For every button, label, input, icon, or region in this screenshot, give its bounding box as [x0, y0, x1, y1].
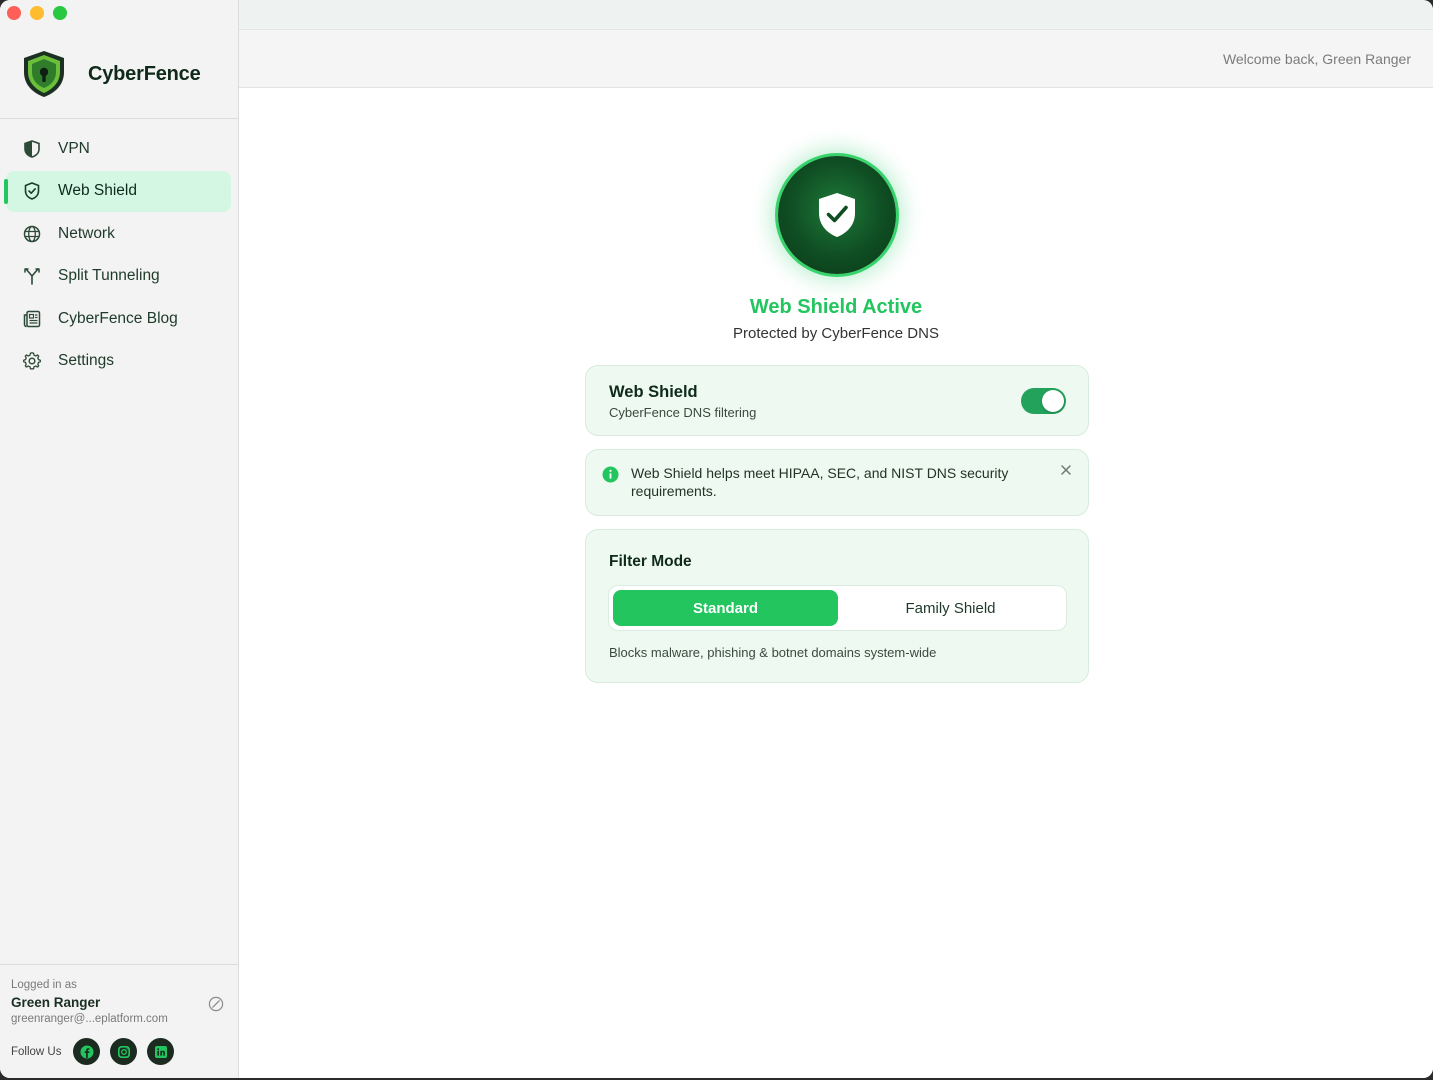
sidebar: CyberFence VPN Web Shield Network Split … — [0, 0, 239, 1078]
sidebar-item-label: Split Tunneling — [58, 267, 160, 284]
shield-check-icon — [819, 193, 855, 237]
sidebar-item-vpn[interactable]: VPN — [6, 128, 231, 169]
filter-option-family-shield[interactable]: Family Shield — [838, 590, 1063, 626]
sidebar-nav: VPN Web Shield Network Split Tunneling C… — [4, 128, 231, 383]
sidebar-item-settings[interactable]: Settings — [6, 341, 231, 382]
zoom-window-button[interactable] — [53, 6, 67, 20]
logout-icon[interactable] — [208, 996, 224, 1012]
info-icon — [602, 466, 619, 483]
brand: CyberFence — [22, 50, 201, 98]
globe-icon — [23, 225, 41, 242]
brand-shield-logo-icon — [24, 51, 64, 97]
minimize-window-button[interactable] — [30, 6, 44, 20]
user-info: Logged in as Green Ranger greenranger@..… — [11, 979, 226, 1025]
main-content: Web Shield Active Protected by CyberFenc… — [239, 88, 1433, 1078]
title-bar — [239, 0, 1433, 30]
status-subtitle: Protected by CyberFence DNS — [733, 325, 939, 342]
toggle-knob — [1042, 390, 1064, 412]
linkedin-icon — [154, 1045, 167, 1058]
sidebar-item-label: Web Shield — [58, 182, 137, 199]
status-indicator — [778, 156, 896, 274]
gear-icon — [23, 352, 41, 370]
user-email: greenranger@...eplatform.com — [11, 1013, 168, 1025]
half-shield-icon — [24, 139, 40, 158]
sidebar-item-web-shield[interactable]: Web Shield — [4, 170, 231, 212]
sidebar-item-label: Network — [58, 224, 115, 242]
facebook-icon — [80, 1045, 94, 1058]
instagram-button[interactable] — [110, 1038, 138, 1065]
sidebar-item-split-tunneling[interactable]: Split Tunneling — [6, 256, 231, 297]
filter-mode-description: Blocks malware, phishing & botnet domain… — [609, 645, 937, 660]
sidebar-divider — [0, 118, 238, 119]
shield-check-icon — [24, 182, 40, 200]
welcome-message: Welcome back, Green Ranger — [1222, 51, 1411, 67]
info-banner: Web Shield helps meet HIPAA, SEC, and NI… — [585, 449, 1089, 516]
follow-us-label: Follow Us — [11, 1045, 62, 1058]
follow-us: Follow Us — [11, 1038, 175, 1065]
info-text: Web Shield helps meet HIPAA, SEC, and NI… — [631, 465, 1009, 499]
filter-option-standard[interactable]: Standard — [613, 590, 838, 626]
header: Welcome back, Green Ranger — [239, 30, 1433, 88]
sidebar-item-label: Settings — [58, 352, 115, 369]
logged-in-label: Logged in as — [11, 979, 77, 991]
filter-mode-selector: Standard Family Shield — [608, 585, 1067, 631]
sidebar-item-label: CyberFence Blog — [58, 309, 178, 327]
web-shield-card: Web Shield CyberFence DNS filtering — [585, 365, 1089, 436]
window-controls — [7, 6, 67, 20]
web-shield-toggle[interactable] — [1021, 388, 1066, 414]
sidebar-item-blog[interactable]: CyberFence Blog — [6, 298, 231, 339]
split-arrow-icon — [24, 268, 40, 285]
web-shield-title: Web Shield — [609, 383, 698, 401]
instagram-icon — [117, 1045, 130, 1058]
sidebar-item-label: VPN — [58, 139, 90, 157]
close-window-button[interactable] — [7, 6, 21, 20]
facebook-button[interactable] — [73, 1038, 101, 1065]
sidebar-bottom-divider — [0, 964, 238, 965]
filter-mode-title: Filter Mode — [609, 553, 692, 570]
web-shield-subtitle: CyberFence DNS filtering — [609, 405, 757, 420]
app-window: CyberFence VPN Web Shield Network Split … — [0, 0, 1433, 1078]
filter-mode-card: Filter Mode Standard Family Shield Block… — [585, 529, 1089, 683]
sidebar-item-network[interactable]: Network — [6, 213, 231, 254]
brand-name: CyberFence — [88, 62, 201, 85]
newspaper-icon — [23, 310, 41, 327]
linkedin-button[interactable] — [147, 1038, 175, 1065]
close-icon[interactable] — [1059, 463, 1073, 477]
user-name: Green Ranger — [11, 995, 101, 1010]
status-title: Web Shield Active — [749, 296, 923, 318]
